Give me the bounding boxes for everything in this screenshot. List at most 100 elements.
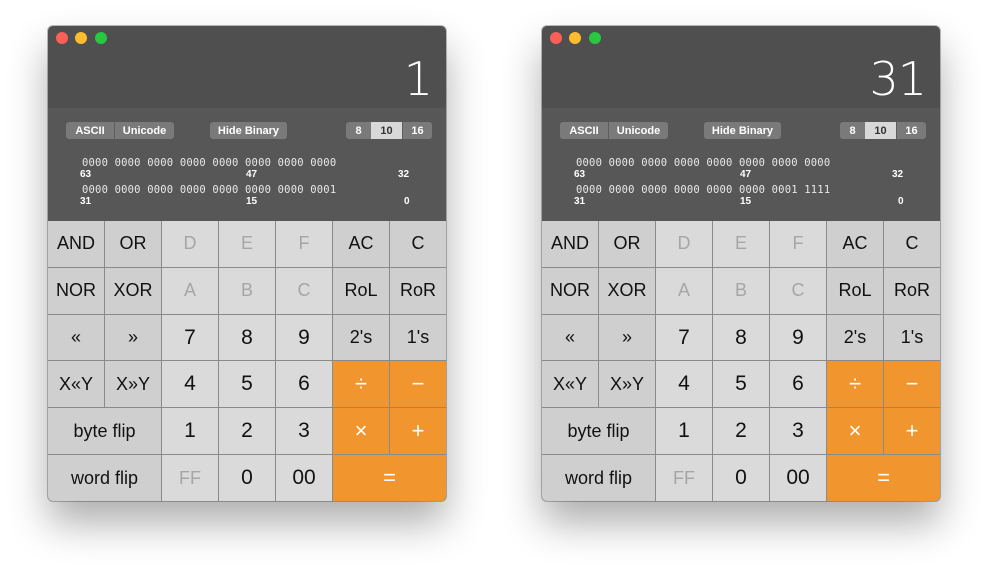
key-shift-left[interactable]: « bbox=[542, 314, 598, 361]
key-rol[interactable]: RoL bbox=[827, 267, 883, 314]
key-c[interactable]: C bbox=[390, 221, 446, 267]
key-f[interactable]: F bbox=[770, 221, 826, 267]
key-f[interactable]: F bbox=[276, 221, 332, 267]
base-8-button[interactable]: 8 bbox=[346, 122, 371, 139]
key-7[interactable]: 7 bbox=[162, 314, 218, 361]
key-word-flip[interactable]: word flip bbox=[542, 455, 655, 501]
key-equals[interactable]: = bbox=[333, 455, 446, 501]
key-nor[interactable]: NOR bbox=[542, 267, 598, 314]
key-0[interactable]: 0 bbox=[219, 455, 275, 501]
key-subtract[interactable]: − bbox=[884, 361, 940, 408]
close-window-button[interactable] bbox=[56, 32, 68, 44]
key-ones-complement[interactable]: 1's bbox=[884, 314, 940, 361]
base-10-button[interactable]: 10 bbox=[371, 122, 402, 139]
key-x-shift-left-y[interactable]: X«Y bbox=[542, 361, 598, 408]
key-word-flip[interactable]: word flip bbox=[48, 455, 161, 501]
key-8[interactable]: 8 bbox=[713, 314, 769, 361]
zoom-window-button[interactable] bbox=[589, 32, 601, 44]
key-d[interactable]: D bbox=[162, 221, 218, 267]
key-shift-right[interactable]: » bbox=[105, 314, 161, 361]
key-b[interactable]: B bbox=[219, 267, 275, 314]
ascii-button[interactable]: ASCII bbox=[560, 122, 608, 139]
key-shift-right[interactable]: » bbox=[599, 314, 655, 361]
key-or[interactable]: OR bbox=[105, 221, 161, 267]
key-9[interactable]: 9 bbox=[770, 314, 826, 361]
key-1[interactable]: 1 bbox=[656, 408, 712, 455]
key-twos-complement[interactable]: 2's bbox=[333, 314, 389, 361]
key-a[interactable]: A bbox=[162, 267, 218, 314]
key-ror[interactable]: RoR bbox=[390, 267, 446, 314]
key-3[interactable]: 3 bbox=[770, 408, 826, 455]
key-x-shift-left-y[interactable]: X«Y bbox=[48, 361, 104, 408]
unicode-button[interactable]: Unicode bbox=[608, 122, 668, 139]
key-or[interactable]: OR bbox=[599, 221, 655, 267]
base-16-button[interactable]: 16 bbox=[402, 122, 432, 139]
key-and[interactable]: AND bbox=[542, 221, 598, 267]
key-ff[interactable]: FF bbox=[162, 455, 218, 501]
key-xor[interactable]: XOR bbox=[599, 267, 655, 314]
key-and[interactable]: AND bbox=[48, 221, 104, 267]
key-add[interactable]: + bbox=[390, 408, 446, 455]
key-ones-complement[interactable]: 1's bbox=[390, 314, 446, 361]
key-rol[interactable]: RoL bbox=[333, 267, 389, 314]
key-6[interactable]: 6 bbox=[276, 361, 332, 408]
key-c[interactable]: C bbox=[884, 221, 940, 267]
key-3[interactable]: 3 bbox=[276, 408, 332, 455]
key-nor[interactable]: NOR bbox=[48, 267, 104, 314]
key-xor[interactable]: XOR bbox=[105, 267, 161, 314]
key-e[interactable]: E bbox=[713, 221, 769, 267]
hide-binary-button[interactable]: Hide Binary bbox=[210, 122, 287, 139]
key-5[interactable]: 5 bbox=[219, 361, 275, 408]
key-4[interactable]: 4 bbox=[162, 361, 218, 408]
key-ff[interactable]: FF bbox=[656, 455, 712, 501]
binary-row-low[interactable]: 0000 0000 0000 0000 0000 0000 0001 1111 bbox=[576, 184, 830, 196]
unicode-button[interactable]: Unicode bbox=[114, 122, 174, 139]
close-window-button[interactable] bbox=[550, 32, 562, 44]
key-add[interactable]: + bbox=[884, 408, 940, 455]
key-twos-complement[interactable]: 2's bbox=[827, 314, 883, 361]
key-e[interactable]: E bbox=[219, 221, 275, 267]
key-9[interactable]: 9 bbox=[276, 314, 332, 361]
key-ac[interactable]: AC bbox=[333, 221, 389, 267]
key-x-shift-right-y[interactable]: X»Y bbox=[599, 361, 655, 408]
key-multiply[interactable]: × bbox=[827, 408, 883, 455]
key-ror[interactable]: RoR bbox=[884, 267, 940, 314]
minimize-window-button[interactable] bbox=[75, 32, 87, 44]
key-00[interactable]: 00 bbox=[770, 455, 826, 501]
key-5[interactable]: 5 bbox=[713, 361, 769, 408]
key-divide[interactable]: ÷ bbox=[333, 361, 389, 408]
key-0[interactable]: 0 bbox=[713, 455, 769, 501]
key-byte-flip[interactable]: byte flip bbox=[48, 408, 161, 455]
base-10-button[interactable]: 10 bbox=[865, 122, 896, 139]
key-1[interactable]: 1 bbox=[162, 408, 218, 455]
key-shift-left[interactable]: « bbox=[48, 314, 104, 361]
key-ac[interactable]: AC bbox=[827, 221, 883, 267]
key-x-shift-right-y[interactable]: X»Y bbox=[105, 361, 161, 408]
zoom-window-button[interactable] bbox=[95, 32, 107, 44]
key-c[interactable]: C bbox=[770, 267, 826, 314]
ascii-button[interactable]: ASCII bbox=[66, 122, 114, 139]
hide-binary-button[interactable]: Hide Binary bbox=[704, 122, 781, 139]
key-2[interactable]: 2 bbox=[219, 408, 275, 455]
base-8-button[interactable]: 8 bbox=[840, 122, 865, 139]
key-divide[interactable]: ÷ bbox=[827, 361, 883, 408]
key-b[interactable]: B bbox=[713, 267, 769, 314]
key-6[interactable]: 6 bbox=[770, 361, 826, 408]
key-multiply[interactable]: × bbox=[333, 408, 389, 455]
key-subtract[interactable]: − bbox=[390, 361, 446, 408]
key-8[interactable]: 8 bbox=[219, 314, 275, 361]
base-16-button[interactable]: 16 bbox=[896, 122, 926, 139]
binary-row-high[interactable]: 0000 0000 0000 0000 0000 0000 0000 0000 bbox=[82, 157, 336, 169]
key-byte-flip[interactable]: byte flip bbox=[542, 408, 655, 455]
binary-row-low[interactable]: 0000 0000 0000 0000 0000 0000 0000 0001 bbox=[82, 184, 336, 196]
key-4[interactable]: 4 bbox=[656, 361, 712, 408]
minimize-window-button[interactable] bbox=[569, 32, 581, 44]
key-d[interactable]: D bbox=[656, 221, 712, 267]
key-00[interactable]: 00 bbox=[276, 455, 332, 501]
key-7[interactable]: 7 bbox=[656, 314, 712, 361]
binary-row-high[interactable]: 0000 0000 0000 0000 0000 0000 0000 0000 bbox=[576, 157, 830, 169]
key-a[interactable]: A bbox=[656, 267, 712, 314]
key-c[interactable]: C bbox=[276, 267, 332, 314]
key-2[interactable]: 2 bbox=[713, 408, 769, 455]
key-equals[interactable]: = bbox=[827, 455, 940, 501]
